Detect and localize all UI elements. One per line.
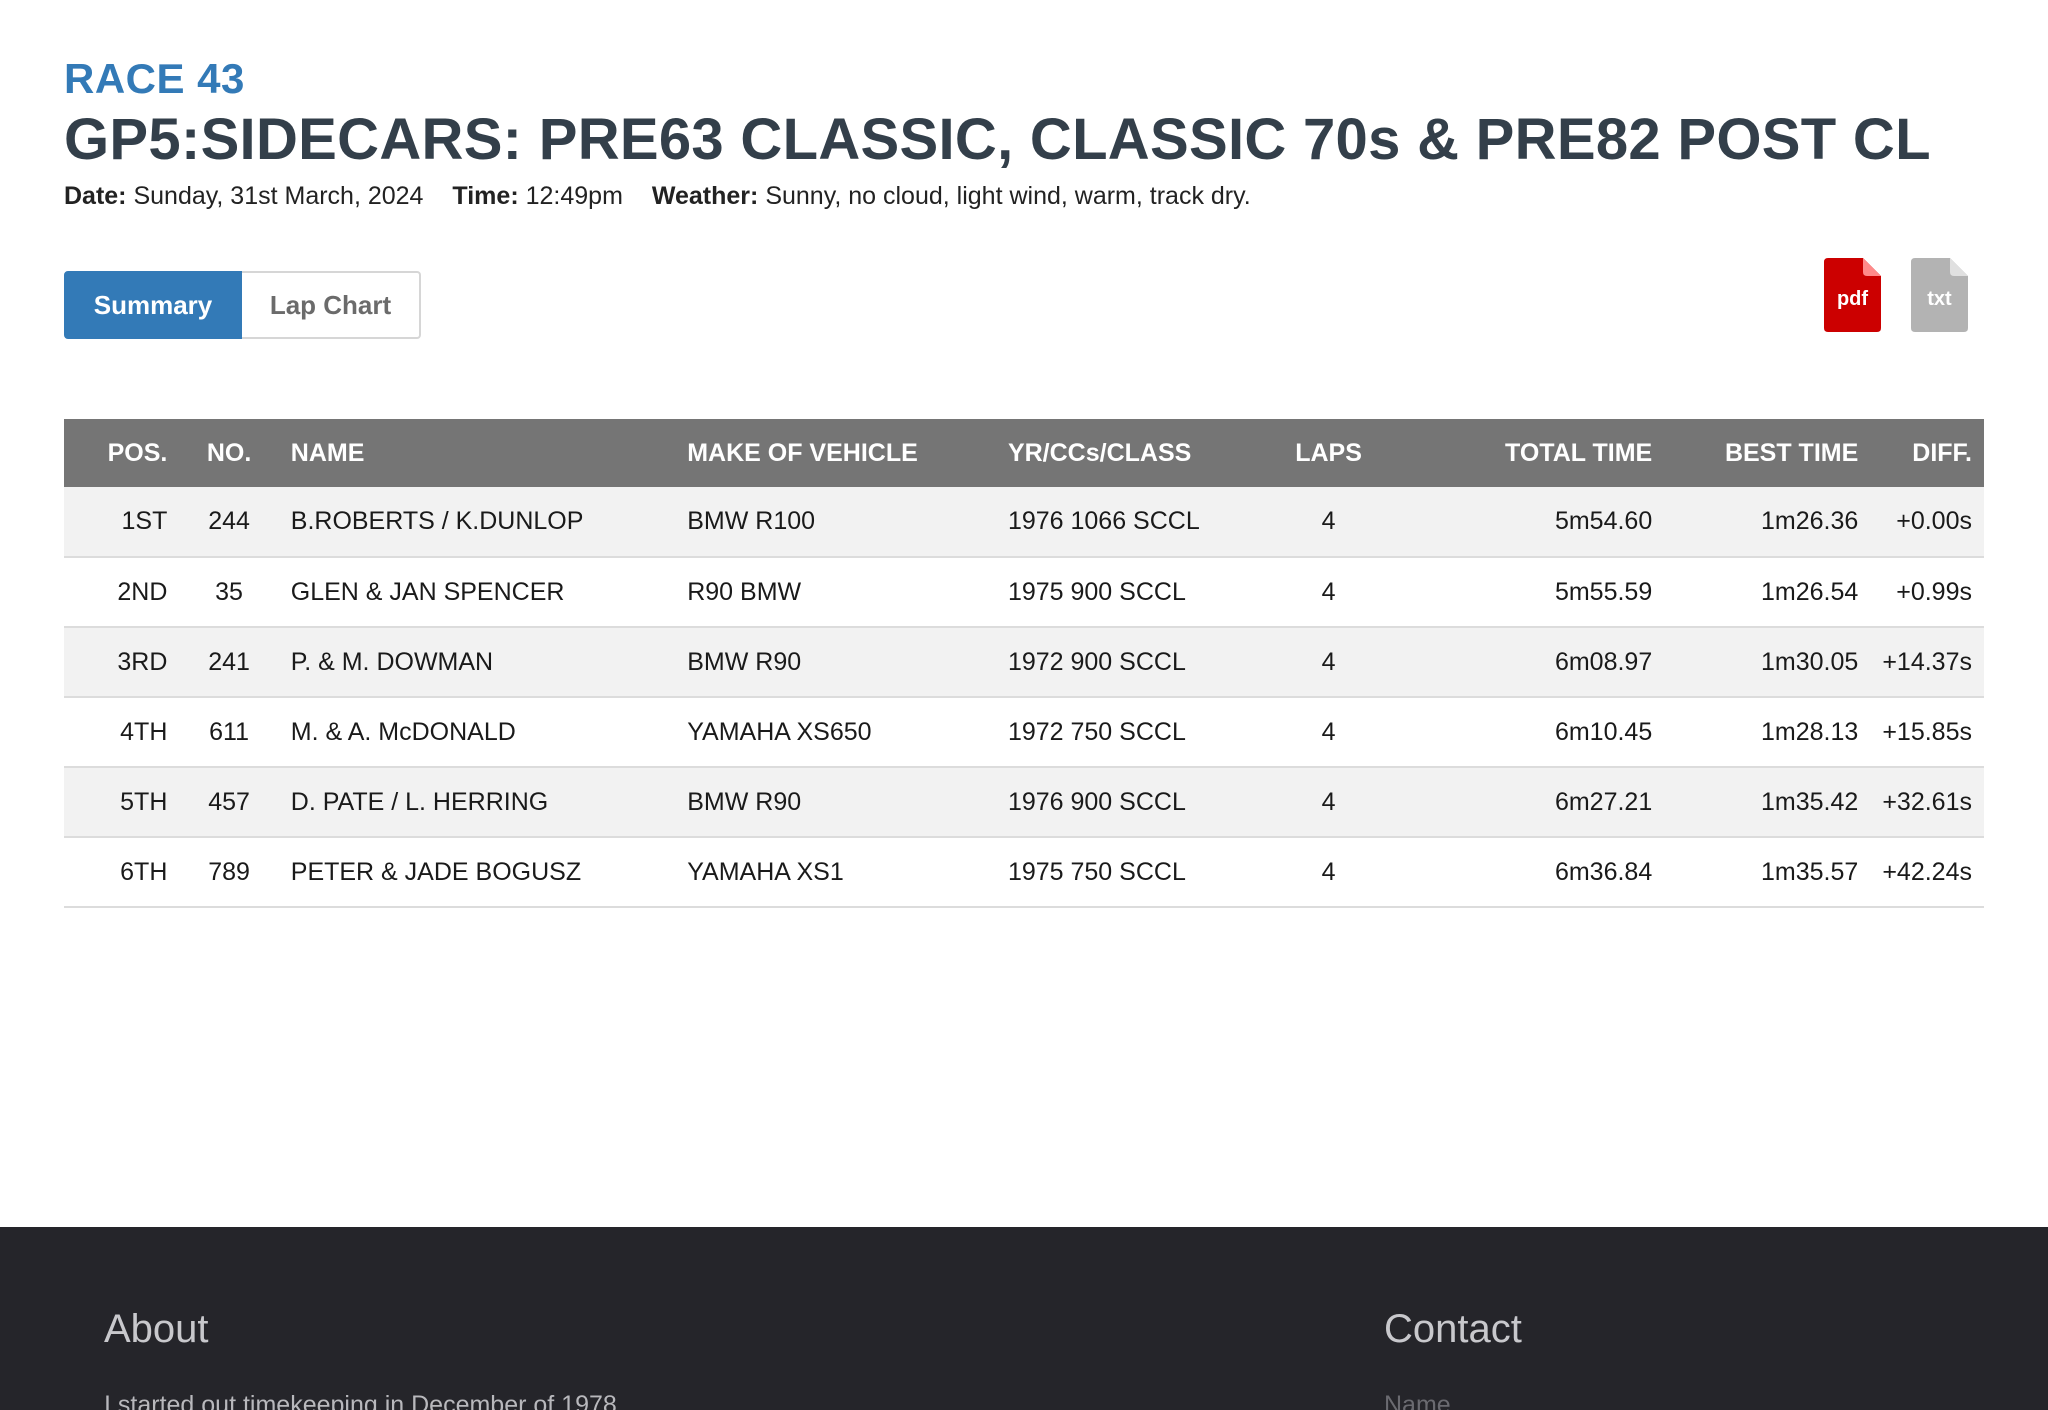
diff: +42.24s [1870,837,1984,908]
table-row: 5TH 457 D. PATE / L. HERRING BMW R90 197… [64,767,1984,838]
table-header-row: POS. NO. NAME MAKE OF VEHICLE YR/CCs/CLA… [64,419,1984,487]
diff: +15.85s [1870,697,1984,768]
diff: +14.37s [1870,627,1984,698]
total-time: 6m27.21 [1398,767,1665,838]
weather-label: Weather: [651,182,759,210]
vehicle-make: BMW R90 [675,627,996,698]
time-info: Time: 12:49pm [452,182,622,210]
position-link[interactable]: 3RD [64,627,180,698]
laps: 4 [1259,837,1399,908]
txt-download-icon[interactable]: txt [1911,258,1968,332]
vehicle-class: 1976 1066 SCCL [995,487,1260,558]
rider-name-link[interactable]: B.ROBERTS / K.DUNLOP [278,487,676,558]
race-header: RACE 43 GP5:SIDECARS: PRE63 CLASSIC, CLA… [64,54,1984,211]
total-time: 6m08.97 [1398,627,1665,698]
total-time: 6m10.45 [1398,697,1665,768]
vehicle-make: YAMAHA XS650 [675,697,996,768]
best-time: 1m28.13 [1664,697,1871,768]
laps: 4 [1259,697,1399,768]
txt-label: txt [1927,288,1952,310]
race-title: GP5:SIDECARS: PRE63 CLASSIC, CLASSIC 70s… [64,107,1931,172]
race-number: RACE 43 [64,55,245,102]
vehicle-class: 1976 900 SCCL [995,767,1260,838]
laps: 4 [1259,557,1399,628]
col-header-total-time[interactable]: TOTAL TIME [1398,419,1665,487]
position-link[interactable]: 2ND [64,557,180,628]
about-heading: About [104,1307,209,1351]
date-value: Sunday, 31st March, 2024 [133,182,424,210]
position-link[interactable]: 4TH [64,697,180,768]
weather-info: Weather: Sunny, no cloud, light wind, wa… [652,182,1251,210]
rider-name-link[interactable]: M. & A. McDONALD [278,697,676,768]
table-row: 2ND 35 GLEN & JAN SPENCER R90 BMW 1975 9… [64,557,1984,628]
laps: 4 [1259,767,1399,838]
best-time: 1m26.54 [1664,557,1871,628]
rider-name-link[interactable]: PETER & JADE BOGUSZ [278,837,676,908]
best-time: 1m35.42 [1664,767,1871,838]
col-header-class[interactable]: YR/CCs/CLASS [995,419,1260,487]
vehicle-make: BMW R100 [675,487,996,558]
vehicle-make: R90 BMW [675,557,996,628]
time-value: 12:49pm [525,182,623,210]
view-tabs: Summary Lap Chart [64,271,421,339]
col-header-make[interactable]: MAKE OF VEHICLE [675,419,996,487]
weather-value: Sunny, no cloud, light wind, warm, track… [765,182,1251,210]
diff: +0.00s [1870,487,1984,558]
col-header-diff[interactable]: DIFF. [1870,419,1984,487]
rider-name-link[interactable]: P. & M. DOWMAN [278,627,676,698]
position-link[interactable]: 6TH [64,837,180,908]
date-info: Date: Sunday, 31st March, 2024 [64,182,423,210]
table-row: 1ST 244 B.ROBERTS / K.DUNLOP BMW R100 19… [64,487,1984,558]
rider-name-link[interactable]: D. PATE / L. HERRING [278,767,676,838]
vehicle-make: BMW R90 [675,767,996,838]
table-row: 6TH 789 PETER & JADE BOGUSZ YAMAHA XS1 1… [64,837,1984,908]
total-time: 5m55.59 [1398,557,1665,628]
date-label: Date: [64,182,127,210]
best-time: 1m30.05 [1664,627,1871,698]
vehicle-class: 1975 750 SCCL [995,837,1260,908]
table-row: 4TH 611 M. & A. McDONALD YAMAHA XS650 19… [64,697,1984,768]
total-time: 6m36.84 [1398,837,1665,908]
laps: 4 [1259,487,1399,558]
col-header-pos[interactable]: POS. [64,419,180,487]
number-link[interactable]: 789 [179,837,279,908]
diff: +32.61s [1870,767,1984,838]
contact-heading: Contact [1384,1307,1522,1351]
results-table: POS. NO. NAME MAKE OF VEHICLE YR/CCs/CLA… [64,419,1984,908]
best-time: 1m26.36 [1664,487,1871,558]
diff: +0.99s [1870,557,1984,628]
number-link[interactable]: 35 [179,557,279,628]
number-link[interactable]: 241 [179,627,279,698]
col-header-no[interactable]: NO. [179,419,279,487]
total-time: 5m54.60 [1398,487,1665,558]
tab-lap-chart[interactable]: Lap Chart [242,271,421,339]
time-label: Time: [452,182,519,210]
laps: 4 [1259,627,1399,698]
table-row: 3RD 241 P. & M. DOWMAN BMW R90 1972 900 … [64,627,1984,698]
col-header-name[interactable]: NAME [278,419,676,487]
col-header-best-time[interactable]: BEST TIME [1664,419,1871,487]
number-link[interactable]: 457 [179,767,279,838]
tab-summary[interactable]: Summary [64,271,242,339]
site-footer: About I started out timekeeping in Decem… [0,1227,2048,1410]
pdf-label: pdf [1836,288,1869,310]
vehicle-class: 1972 900 SCCL [995,627,1260,698]
position-link[interactable]: 5TH [64,767,180,838]
vehicle-make: YAMAHA XS1 [675,837,996,908]
rider-name-link[interactable]: GLEN & JAN SPENCER [278,557,676,628]
race-meta: Date: Sunday, 31st March, 2024 Time: 12:… [64,182,1984,211]
about-text: I started out timekeeping in December of… [104,1391,617,1410]
col-header-laps[interactable]: LAPS [1259,419,1399,487]
vehicle-class: 1972 750 SCCL [995,697,1260,768]
pdf-download-icon[interactable]: pdf [1824,258,1881,332]
best-time: 1m35.57 [1664,837,1871,908]
position-link[interactable]: 1ST [64,487,180,558]
number-link[interactable]: 244 [179,487,279,558]
vehicle-class: 1975 900 SCCL [995,557,1260,628]
number-link[interactable]: 611 [179,697,279,768]
contact-name-field[interactable]: Name [1384,1391,1451,1410]
